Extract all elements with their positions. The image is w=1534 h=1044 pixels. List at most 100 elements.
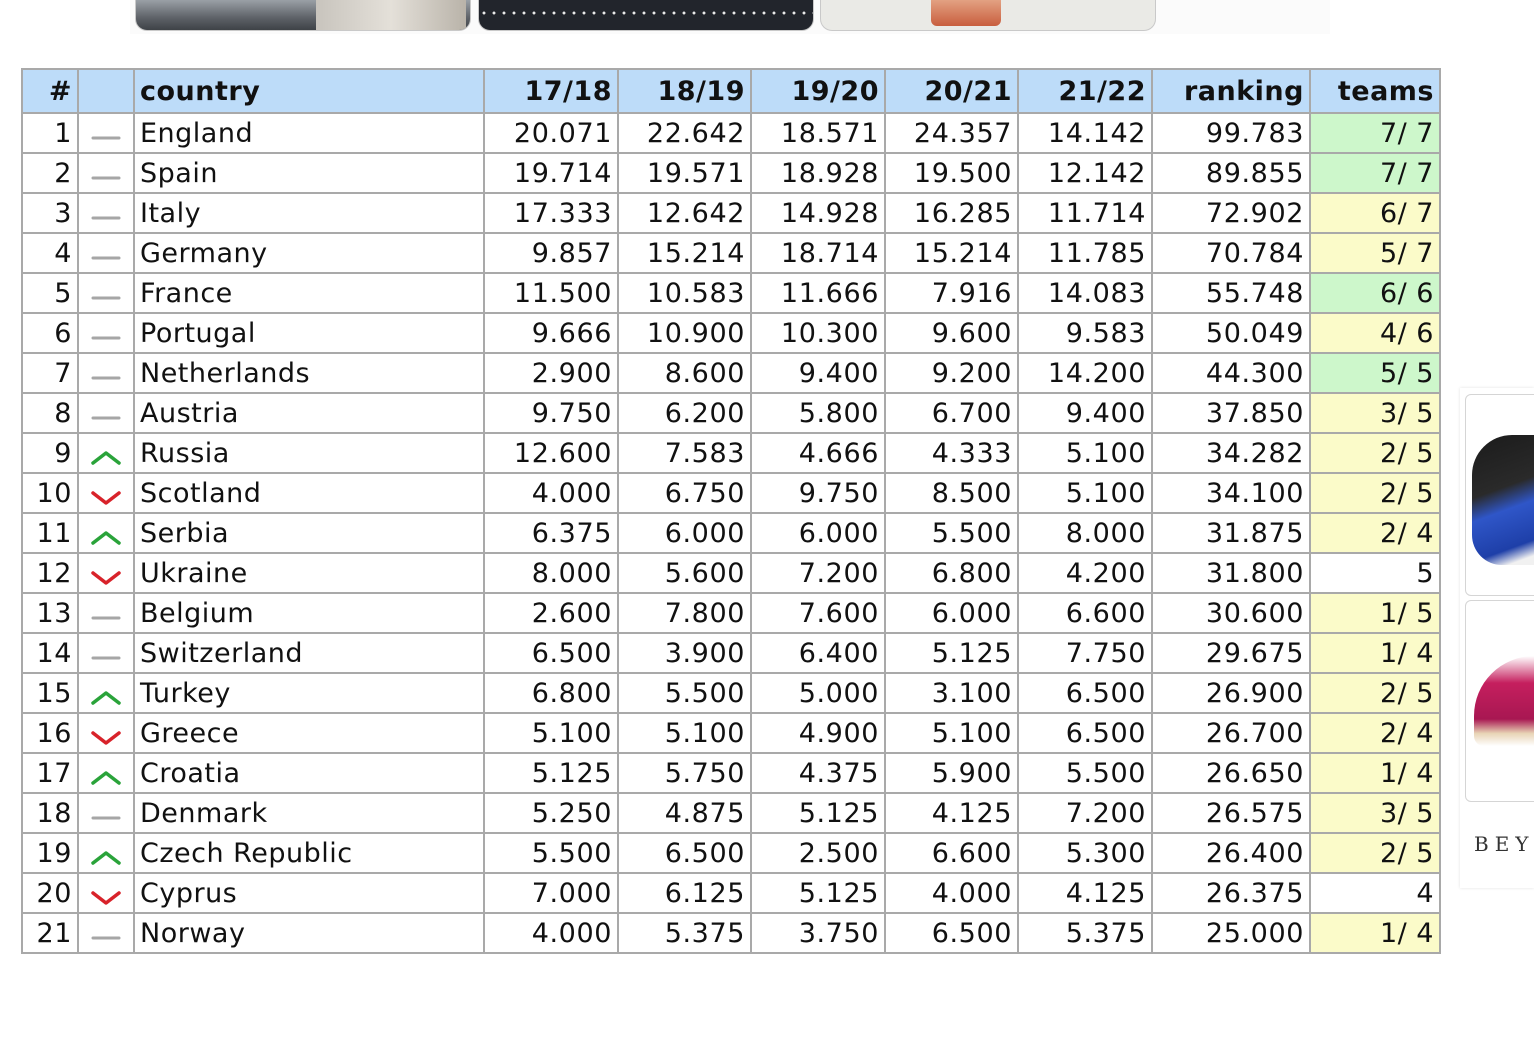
table-row: 19 Czech Republic 5.500 6.500 2.500 6.600 5.30… bbox=[21, 832, 1441, 874]
season-score-cell: 6.500 bbox=[1017, 712, 1153, 754]
rank-cell: 12 bbox=[21, 552, 79, 594]
season-score-cell: 6.200 bbox=[617, 392, 752, 434]
ad-product-card[interactable] bbox=[1465, 394, 1534, 596]
rank-cell: 9 bbox=[21, 432, 79, 474]
season-score-cell: 5.375 bbox=[1017, 912, 1153, 954]
country-cell[interactable]: Turkey bbox=[133, 672, 485, 714]
chevron-up-icon bbox=[90, 684, 122, 705]
season-score-cell: 6.000 bbox=[617, 512, 752, 554]
season-score-cell: 5.600 bbox=[617, 552, 752, 594]
season-score-cell: 19.714 bbox=[483, 152, 619, 194]
dash-icon bbox=[90, 284, 122, 304]
rank-cell: 14 bbox=[21, 632, 79, 674]
column-header-2122[interactable]: 21/22 bbox=[1017, 68, 1153, 114]
season-score-cell: 5.500 bbox=[884, 512, 1019, 554]
country-cell[interactable]: Ukraine bbox=[133, 552, 485, 594]
column-header-ranking[interactable]: ranking bbox=[1151, 68, 1311, 114]
country-cell[interactable]: England bbox=[133, 112, 485, 154]
column-header-2021[interactable]: 20/21 bbox=[884, 68, 1019, 114]
season-score-cell: 7.800 bbox=[617, 592, 752, 634]
season-score-cell: 6.500 bbox=[1017, 672, 1153, 714]
teams-cell: 2/ 5 bbox=[1309, 472, 1441, 514]
rank-cell: 5 bbox=[21, 272, 79, 314]
country-cell[interactable]: Czech Republic bbox=[133, 832, 485, 874]
country-cell[interactable]: Austria bbox=[133, 392, 485, 434]
column-header-trend bbox=[77, 68, 135, 114]
country-cell[interactable]: Italy bbox=[133, 192, 485, 234]
trend-cell bbox=[77, 512, 135, 554]
rank-cell: 18 bbox=[21, 792, 79, 834]
carousel-image[interactable] bbox=[478, 0, 814, 31]
country-cell[interactable]: Russia bbox=[133, 432, 485, 474]
column-header-1819[interactable]: 18/19 bbox=[617, 68, 752, 114]
teams-cell: 6/ 6 bbox=[1309, 272, 1441, 314]
ranking-cell: 34.100 bbox=[1151, 472, 1311, 514]
country-cell[interactable]: Denmark bbox=[133, 792, 485, 834]
table-row: 2 Spain 19.714 19.571 18.928 19.500 12.142 89.8… bbox=[21, 152, 1441, 194]
chevron-up-icon bbox=[90, 764, 122, 785]
season-score-cell: 8.600 bbox=[617, 352, 752, 394]
season-score-cell: 5.125 bbox=[750, 792, 886, 834]
rank-cell: 6 bbox=[21, 312, 79, 354]
country-cell[interactable]: France bbox=[133, 272, 485, 314]
image-carousel bbox=[130, 0, 1330, 34]
ranking-cell: 30.600 bbox=[1151, 592, 1311, 634]
country-cell[interactable]: Scotland bbox=[133, 472, 485, 514]
side-advertisement[interactable]: BEY bbox=[1460, 388, 1534, 888]
trend-cell bbox=[77, 112, 135, 154]
teams-cell: 5/ 5 bbox=[1309, 352, 1441, 394]
season-score-cell: 3.750 bbox=[750, 912, 886, 954]
season-score-cell: 9.400 bbox=[750, 352, 886, 394]
teams-cell: 7/ 7 bbox=[1309, 152, 1441, 194]
trend-cell bbox=[77, 152, 135, 194]
season-score-cell: 6.000 bbox=[884, 592, 1019, 634]
season-score-cell: 7.000 bbox=[483, 872, 619, 914]
season-score-cell: 7.750 bbox=[1017, 632, 1153, 674]
table-row: 6 Portugal 9.666 10.900 10.300 9.600 9.583 50.0… bbox=[21, 312, 1441, 354]
season-score-cell: 5.300 bbox=[1017, 832, 1153, 874]
chevron-down-icon bbox=[90, 484, 122, 505]
ad-product-card[interactable] bbox=[1465, 600, 1534, 802]
country-cell[interactable]: Croatia bbox=[133, 752, 485, 794]
dash-icon bbox=[90, 204, 122, 224]
column-header-teams[interactable]: teams bbox=[1309, 68, 1441, 114]
table-row: 7 Netherlands 2.900 8.600 9.400 9.200 14.200 44… bbox=[21, 352, 1441, 394]
dash-icon bbox=[90, 644, 122, 664]
ranking-cell: 31.875 bbox=[1151, 512, 1311, 554]
season-score-cell: 4.000 bbox=[884, 872, 1019, 914]
carousel-image[interactable] bbox=[820, 0, 1156, 31]
season-score-cell: 5.900 bbox=[884, 752, 1019, 794]
season-score-cell: 6.125 bbox=[617, 872, 752, 914]
trend-cell bbox=[77, 352, 135, 394]
season-score-cell: 6.500 bbox=[884, 912, 1019, 954]
column-header-1718[interactable]: 17/18 bbox=[483, 68, 619, 114]
country-cell[interactable]: Belgium bbox=[133, 592, 485, 634]
season-score-cell: 19.500 bbox=[884, 152, 1019, 194]
ranking-cell: 37.850 bbox=[1151, 392, 1311, 434]
carousel-image[interactable] bbox=[135, 0, 471, 31]
table-row: 21 Norway 4.000 5.375 3.750 6.500 5.375 25.000 1… bbox=[21, 912, 1441, 954]
ranking-cell: 26.375 bbox=[1151, 872, 1311, 914]
country-cell[interactable]: Cyprus bbox=[133, 872, 485, 914]
ranking-cell: 44.300 bbox=[1151, 352, 1311, 394]
country-cell[interactable]: Switzerland bbox=[133, 632, 485, 674]
column-header-country[interactable]: country bbox=[133, 68, 485, 114]
country-cell[interactable]: Norway bbox=[133, 912, 485, 954]
column-header-rank[interactable]: # bbox=[21, 68, 79, 114]
country-cell[interactable]: Serbia bbox=[133, 512, 485, 554]
season-score-cell: 3.100 bbox=[884, 672, 1019, 714]
season-score-cell: 5.100 bbox=[884, 712, 1019, 754]
country-cell[interactable]: Greece bbox=[133, 712, 485, 754]
ad-brand-text: BEY bbox=[1474, 832, 1534, 856]
ranking-cell: 70.784 bbox=[1151, 232, 1311, 274]
country-cell[interactable]: Netherlands bbox=[133, 352, 485, 394]
country-cell[interactable]: Germany bbox=[133, 232, 485, 274]
country-cell[interactable]: Portugal bbox=[133, 312, 485, 354]
trend-cell bbox=[77, 592, 135, 634]
rank-cell: 3 bbox=[21, 192, 79, 234]
season-score-cell: 18.714 bbox=[750, 232, 886, 274]
season-score-cell: 6.700 bbox=[884, 392, 1019, 434]
column-header-1920[interactable]: 19/20 bbox=[750, 68, 886, 114]
table-body: 1 England 20.071 22.642 18.571 24.357 14.142 99… bbox=[21, 112, 1441, 954]
country-cell[interactable]: Spain bbox=[133, 152, 485, 194]
